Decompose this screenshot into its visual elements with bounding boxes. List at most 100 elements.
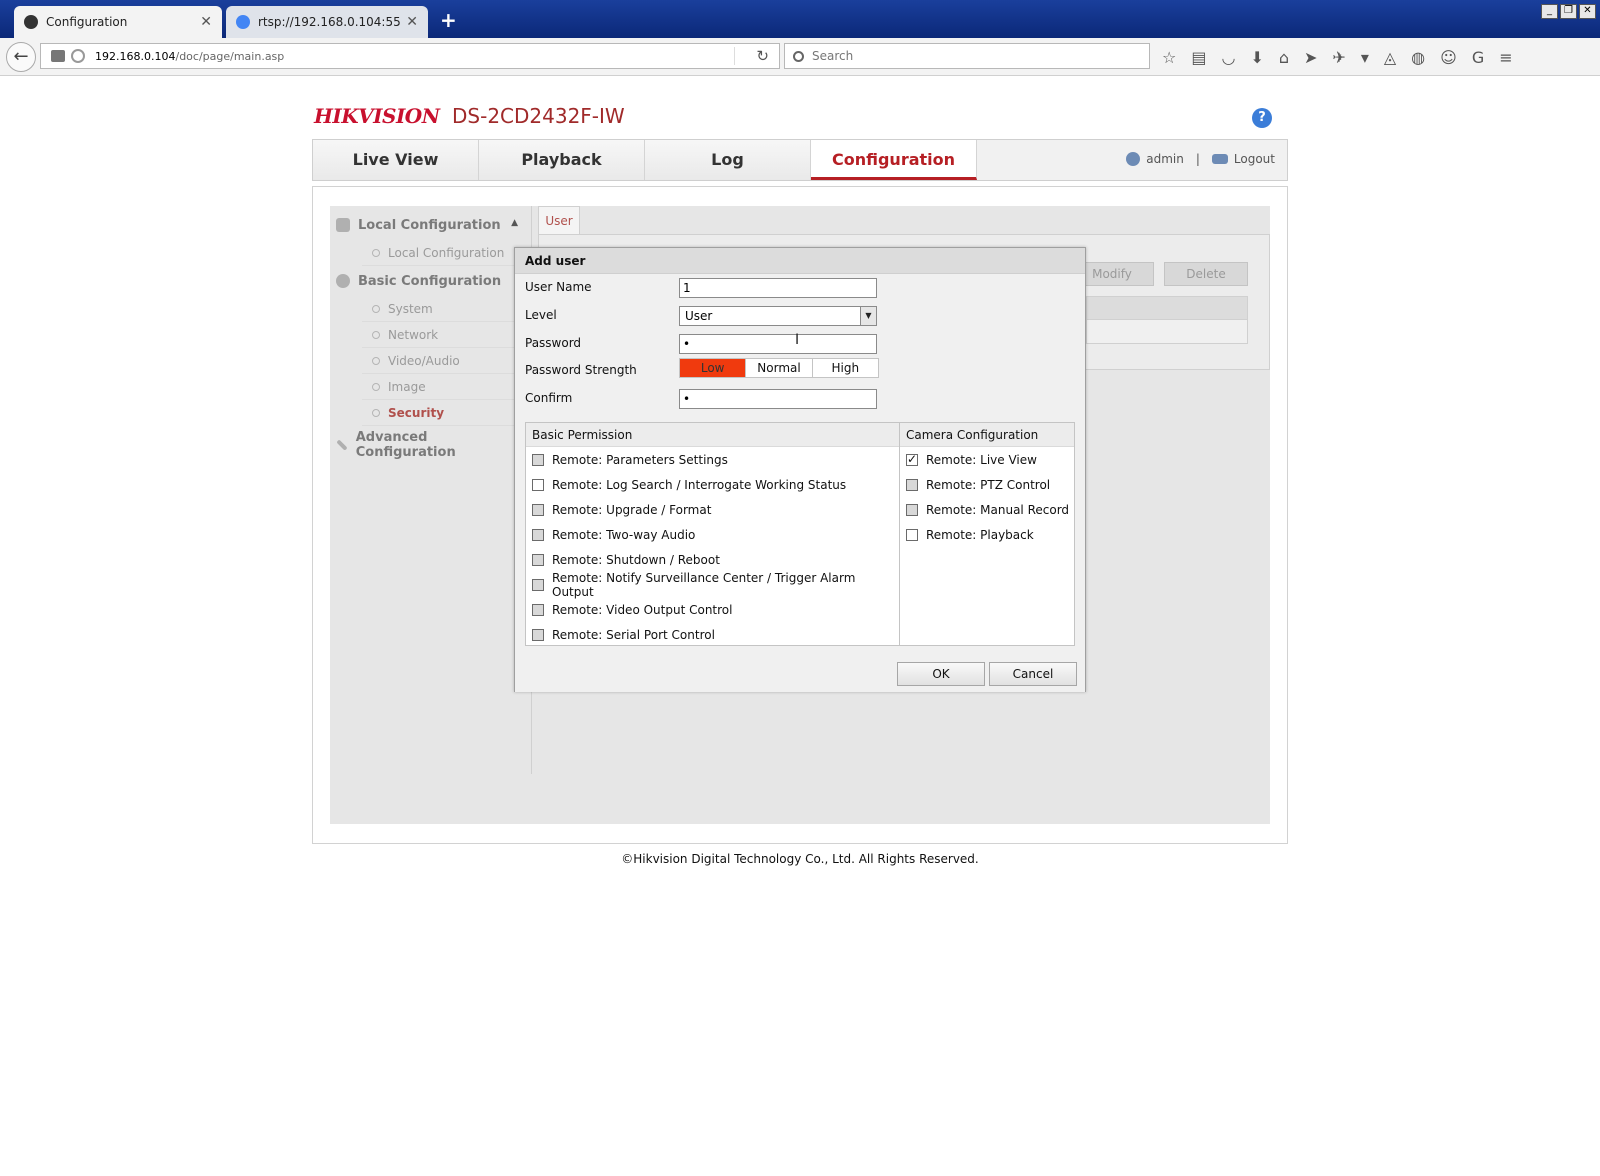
globe-icon <box>71 49 85 63</box>
main-nav: Live View Playback Log Configuration adm… <box>312 139 1288 181</box>
tab-playback[interactable]: Playback <box>479 140 645 180</box>
password-strength-meter: Low Normal High <box>679 358 879 378</box>
permission-serial-port[interactable]: Remote: Serial Port Control <box>526 622 899 647</box>
download-icon[interactable]: ⬇ <box>1250 48 1263 67</box>
logout-icon[interactable] <box>1211 154 1228 164</box>
home-icon[interactable]: ⌂ <box>1279 48 1289 67</box>
sidebar-item-system[interactable]: System <box>362 296 528 322</box>
sidebar-section-local[interactable]: Local Configuration ▲ <box>330 210 528 240</box>
drop-icon[interactable]: ◬ <box>1384 48 1396 67</box>
url-bar[interactable]: 192.168.0.104/doc/page/main.asp ↻ <box>40 43 780 69</box>
permission-manual-record[interactable]: Remote: Manual Record <box>900 497 1074 522</box>
new-tab-icon[interactable]: + <box>440 8 457 32</box>
table-row[interactable] <box>1086 320 1248 344</box>
hikvision-logo: HIKVISION <box>314 104 440 128</box>
ok-button[interactable]: OK <box>897 662 985 686</box>
sidebar-item-local-configuration[interactable]: Local Configuration <box>362 240 528 266</box>
sidebar-section-label: Advanced Configuration <box>355 430 456 460</box>
close-tab-icon[interactable]: ✕ <box>406 14 418 30</box>
basic-config-icon <box>336 274 350 288</box>
checkbox[interactable] <box>532 603 544 616</box>
minimize-icon[interactable]: _ <box>1541 4 1558 19</box>
user-area: admin | Logout <box>1126 152 1275 166</box>
chevron-up-icon[interactable]: ▲ <box>511 218 518 228</box>
strength-normal: Normal <box>746 359 813 377</box>
page-info-icon[interactable] <box>51 50 65 62</box>
send-icon[interactable]: ➤ <box>1304 48 1317 67</box>
cancel-button[interactable]: Cancel <box>989 662 1077 686</box>
permission-two-way-audio[interactable]: Remote: Two-way Audio <box>526 522 899 547</box>
sidebar-item-video-audio[interactable]: Video/Audio <box>362 348 528 374</box>
checkbox[interactable] <box>906 528 918 541</box>
smiley-icon[interactable]: ☺ <box>1440 48 1457 67</box>
checkbox[interactable] <box>532 503 544 516</box>
user-name-input[interactable]: 1 <box>679 278 877 298</box>
password-input[interactable]: • <box>679 334 877 354</box>
search-icon <box>793 50 804 62</box>
checkbox[interactable] <box>906 478 918 491</box>
browser-tab-configuration[interactable]: Configuration ✕ <box>14 6 222 38</box>
url-path: /doc/page/main.asp <box>175 49 285 63</box>
permission-video-output[interactable]: Remote: Video Output Control <box>526 597 899 622</box>
close-window-icon[interactable]: ✕ <box>1579 4 1596 19</box>
checkbox[interactable] <box>532 453 544 466</box>
search-input[interactable]: Search <box>784 43 1150 69</box>
permission-upgrade-format[interactable]: Remote: Upgrade / Format <box>526 497 899 522</box>
tab-live-view[interactable]: Live View <box>313 140 479 180</box>
permission-log-search[interactable]: Remote: Log Search / Interrogate Working… <box>526 472 899 497</box>
sidebar-section-basic[interactable]: Basic Configuration <box>330 266 528 296</box>
restore-icon[interactable]: ❐ <box>1560 4 1577 19</box>
checkbox[interactable] <box>906 503 918 516</box>
sidebar-item-label: Local Configuration <box>388 245 505 260</box>
reload-icon[interactable]: ↻ <box>756 47 769 65</box>
checkbox[interactable] <box>532 553 544 566</box>
sidebar-item-label: Video/Audio <box>388 353 460 368</box>
permission-shutdown-reboot[interactable]: Remote: Shutdown / Reboot <box>526 547 899 572</box>
sidebar-item-label: System <box>388 301 433 316</box>
sidebar: Local Configuration ▲ Local Configuratio… <box>330 206 528 460</box>
extension-icon[interactable]: ✈ <box>1332 48 1345 67</box>
browser-tab-rtsp[interactable]: rtsp://192.168.0.104:554 - G... ✕ <box>226 6 428 38</box>
reading-list-icon[interactable]: ▤ <box>1191 48 1206 67</box>
tab-log[interactable]: Log <box>645 140 811 180</box>
level-select[interactable]: User ▼ <box>679 306 877 326</box>
sidebar-item-image[interactable]: Image <box>362 374 528 400</box>
translate-icon[interactable]: G <box>1472 48 1484 67</box>
bookmark-star-icon[interactable]: ☆ <box>1162 48 1176 67</box>
permission-ptz-control[interactable]: Remote: PTZ Control <box>900 472 1074 497</box>
checkbox[interactable] <box>532 528 544 541</box>
tab-configuration[interactable]: Configuration <box>811 140 977 180</box>
permission-notify-surveillance[interactable]: Remote: Notify Surveillance Center / Tri… <box>526 571 899 599</box>
logout-link[interactable]: Logout <box>1234 152 1275 166</box>
sidebar-item-network[interactable]: Network <box>362 322 528 348</box>
checkbox[interactable] <box>532 628 544 641</box>
close-tab-icon[interactable]: ✕ <box>200 14 212 30</box>
sidebar-item-label: Image <box>388 379 426 394</box>
password-label: Password <box>525 336 582 350</box>
permission-playback[interactable]: Remote: Playback <box>900 522 1074 547</box>
checkbox[interactable] <box>532 478 544 491</box>
chevron-down-icon[interactable]: ▼ <box>860 307 876 325</box>
permission-parameters-settings[interactable]: Remote: Parameters Settings <box>526 447 899 472</box>
dropdown-arrow-icon[interactable]: ▾ <box>1361 48 1369 67</box>
sidebar-item-security[interactable]: Security <box>362 400 528 426</box>
refresh-circle-icon[interactable]: ◍ <box>1411 48 1425 67</box>
delete-button[interactable]: Delete <box>1164 262 1248 286</box>
permission-live-view[interactable]: Remote: Live View <box>900 447 1074 472</box>
toolbar-icons: ☆ ▤ ◡ ⬇ ⌂ ➤ ✈ ▾ ◬ ◍ ☺ G ≡ <box>1162 48 1513 67</box>
menu-icon[interactable]: ≡ <box>1499 48 1512 67</box>
pocket-icon[interactable]: ◡ <box>1221 48 1235 67</box>
browser-tab-title: rtsp://192.168.0.104:554 - G... <box>258 15 401 29</box>
help-icon[interactable]: ? <box>1252 108 1272 128</box>
checkbox-checked[interactable] <box>906 452 918 466</box>
sidebar-section-advanced[interactable]: Advanced Configuration <box>330 430 528 460</box>
basic-permission-column: Basic Permission Remote: Parameters Sett… <box>526 423 900 645</box>
confirm-label: Confirm <box>525 391 573 405</box>
strength-low: Low <box>680 359 747 377</box>
tab-user[interactable]: User <box>538 206 580 234</box>
level-label: Level <box>525 308 557 322</box>
confirm-password-input[interactable]: • <box>679 389 877 409</box>
back-arrow-icon[interactable]: ← <box>6 42 36 72</box>
checkbox[interactable] <box>532 578 544 591</box>
user-separator: | <box>1195 152 1200 166</box>
